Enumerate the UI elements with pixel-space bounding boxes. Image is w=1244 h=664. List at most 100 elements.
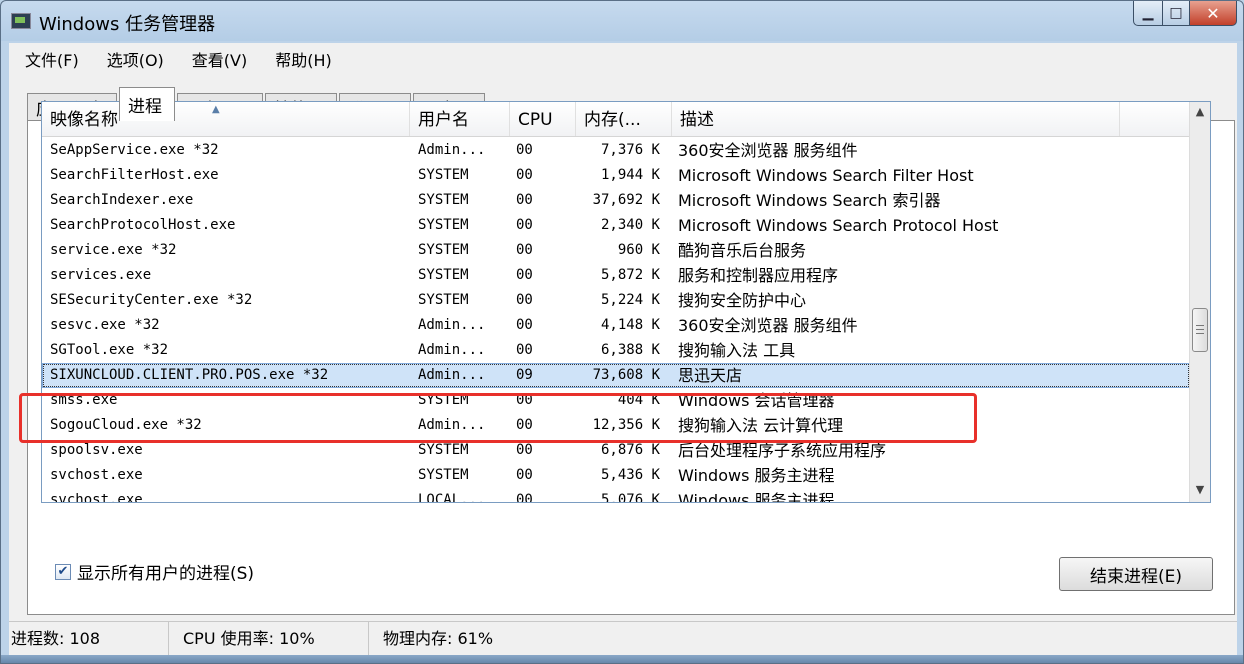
- menu-view[interactable]: 查看(V): [176, 47, 259, 71]
- cell-desc: 搜狗输入法 工具: [678, 341, 796, 360]
- status-cpu-usage: CPU 使用率: 10%: [169, 622, 369, 656]
- cell-cpu: 00: [516, 317, 533, 333]
- column-description[interactable]: 描述: [672, 102, 1120, 136]
- cell-user: Admin...: [418, 367, 486, 383]
- scroll-down-button[interactable]: ▼: [1190, 480, 1210, 500]
- cell-mem: 404 K: [617, 392, 660, 408]
- cell-mem: 960 K: [617, 242, 660, 258]
- status-bar: 进程数: 108 CPU 使用率: 10% 物理内存: 61%: [9, 621, 1237, 656]
- cell-desc: Windows 会话管理器: [678, 391, 835, 410]
- cell-name: svchost.exe: [50, 467, 143, 483]
- window-title: Windows 任务管理器: [39, 14, 216, 35]
- table-row[interactable]: SogouCloud.exe *32 Admin... 00 12,356 K 搜狗输入…: [42, 413, 1190, 438]
- cell-cpu: 00: [516, 442, 533, 458]
- process-list[interactable]: 映像名称 ▲ 用户名 CPU 内存(... 描述 SeAppService.ex…: [41, 101, 1211, 503]
- cell-user: SYSTEM: [418, 167, 469, 183]
- cell-name: SearchProtocolHost.exe: [50, 217, 236, 233]
- cell-cpu: 00: [516, 167, 533, 183]
- scroll-down-icon: ▼: [1195, 483, 1205, 496]
- maximize-button[interactable]: □: [1163, 1, 1190, 26]
- table-row[interactable]: smss.exe SYSTEM 00 404 K Windows 会话管理器: [42, 388, 1190, 413]
- cell-cpu: 00: [516, 192, 533, 208]
- table-row[interactable]: SearchFilterHost.exe SYSTEM 00 1,944 K Micro…: [42, 163, 1190, 188]
- cell-desc: 思迅天店: [678, 366, 743, 385]
- cell-cpu: 00: [516, 492, 533, 503]
- cell-user: SYSTEM: [418, 292, 469, 308]
- scroll-thumb[interactable]: [1192, 308, 1208, 352]
- table-row[interactable]: svchost.exe SYSTEM 00 5,436 K Windows 服务主进程: [42, 463, 1190, 488]
- cell-desc: 服务和控制器应用程序: [678, 266, 839, 285]
- cell-desc: Microsoft Windows Search Filter Host: [678, 166, 974, 185]
- cell-user: SYSTEM: [418, 392, 469, 408]
- cell-user: Admin...: [418, 142, 486, 158]
- status-process-count: 进程数: 108: [9, 622, 169, 656]
- cell-desc: Windows 服务主进程: [678, 466, 835, 485]
- cell-desc: 后台处理程序子系统应用程序: [678, 441, 887, 460]
- column-cpu[interactable]: CPU: [510, 102, 576, 136]
- table-row[interactable]: spoolsv.exe SYSTEM 00 6,876 K 后台处理程序子系统应用程序: [42, 438, 1190, 463]
- menu-options[interactable]: 选项(O): [91, 47, 176, 71]
- cell-user: SYSTEM: [418, 192, 469, 208]
- scroll-up-icon: ▲: [1195, 105, 1205, 118]
- cell-name: SGTool.exe *32: [50, 342, 169, 358]
- cell-user: Admin...: [418, 417, 486, 433]
- column-user-name[interactable]: 用户名: [410, 102, 510, 136]
- column-image-name[interactable]: 映像名称 ▲: [42, 102, 410, 136]
- close-icon: ✕: [1206, 3, 1220, 23]
- table-row[interactable]: service.exe *32 SYSTEM 00 960 K 酷狗音乐后台服务: [42, 238, 1190, 263]
- table-row[interactable]: svchost.exe LOCAL... 00 5,076 K Windows 服务主进…: [42, 488, 1190, 503]
- title-bar[interactable]: Windows 任务管理器 ▁ □ ✕: [1, 1, 1243, 41]
- cell-mem: 37,692 K: [592, 192, 660, 208]
- table-row[interactable]: SESecurityCenter.exe *32 SYSTEM 00 5,224 K 搜…: [42, 288, 1190, 313]
- column-header: 映像名称 ▲ 用户名 CPU 内存(... 描述: [42, 102, 1190, 137]
- cell-mem: 5,076 K: [600, 492, 660, 503]
- table-row[interactable]: SGTool.exe *32 Admin... 00 6,388 K 搜狗输入法 工具: [42, 338, 1190, 363]
- cell-cpu: 00: [516, 467, 533, 483]
- cell-desc: 360安全浏览器 服务组件: [678, 141, 858, 160]
- show-all-users-label: 显示所有用户的进程(S): [77, 564, 255, 584]
- cell-mem: 1,944 K: [600, 167, 660, 183]
- table-row[interactable]: SearchProtocolHost.exe SYSTEM 00 2,340 K Mic…: [42, 213, 1190, 238]
- desktop-strip: [1, 655, 1243, 663]
- maximize-icon: □: [1169, 5, 1183, 21]
- cell-user: SYSTEM: [418, 242, 469, 258]
- table-row[interactable]: SeAppService.exe *32 Admin... 00 7,376 K 360…: [42, 138, 1190, 163]
- cell-name: SeAppService.exe *32: [50, 142, 219, 158]
- table-row[interactable]: SearchIndexer.exe SYSTEM 00 37,692 K Microso…: [42, 188, 1190, 213]
- cell-name: service.exe *32: [50, 242, 177, 258]
- cell-mem: 6,388 K: [600, 342, 660, 358]
- cell-cpu: 00: [516, 217, 533, 233]
- cell-user: SYSTEM: [418, 267, 469, 283]
- cell-mem: 6,876 K: [600, 442, 660, 458]
- status-physical-memory: 物理内存: 61%: [383, 629, 494, 648]
- cell-cpu: 09: [516, 367, 533, 383]
- cell-name: SearchIndexer.exe: [50, 192, 194, 208]
- column-memory[interactable]: 内存(...: [576, 102, 672, 136]
- cell-desc: 搜狗安全防护中心: [678, 291, 807, 310]
- show-all-users-option[interactable]: ✔ 显示所有用户的进程(S): [55, 559, 254, 584]
- cell-desc: Microsoft Windows Search 索引器: [678, 191, 941, 210]
- scroll-up-button[interactable]: ▲: [1190, 102, 1210, 122]
- table-row-selected[interactable]: SIXUNCLOUD.CLIENT.PRO.POS.exe *32 Admin..…: [42, 363, 1190, 388]
- vertical-scrollbar[interactable]: ▲ ▼: [1189, 102, 1210, 502]
- cell-name: SIXUNCLOUD.CLIENT.PRO.POS.exe *32: [50, 367, 329, 383]
- cell-user: SYSTEM: [418, 217, 469, 233]
- end-process-button[interactable]: 结束进程(E): [1059, 557, 1213, 591]
- table-row[interactable]: services.exe SYSTEM 00 5,872 K 服务和控制器应用程序: [42, 263, 1190, 288]
- tab-processes[interactable]: 进程: [119, 87, 175, 121]
- cell-desc: Windows 服务主进程: [678, 491, 835, 503]
- cell-desc: 搜狗输入法 云计算代理: [678, 416, 844, 435]
- grip-line-icon: [1196, 333, 1204, 334]
- task-manager-icon: [11, 13, 31, 29]
- cell-mem: 73,608 K: [592, 367, 660, 383]
- minimize-button[interactable]: ▁: [1133, 1, 1163, 26]
- show-all-users-checkbox[interactable]: ✔: [55, 563, 71, 580]
- close-button[interactable]: ✕: [1190, 1, 1237, 26]
- cell-mem: 5,872 K: [600, 267, 660, 283]
- cell-cpu: 00: [516, 342, 533, 358]
- menu-file[interactable]: 文件(F): [9, 47, 91, 71]
- menu-help[interactable]: 帮助(H): [259, 47, 344, 71]
- cell-cpu: 00: [516, 142, 533, 158]
- table-row[interactable]: sesvc.exe *32 Admin... 00 4,148 K 360安全浏览器 服…: [42, 313, 1190, 338]
- client-area: 应用程序 进程 服务 性能 联网 用户 映像名称 ▲ 用户名 CPU 内存(..…: [9, 75, 1237, 621]
